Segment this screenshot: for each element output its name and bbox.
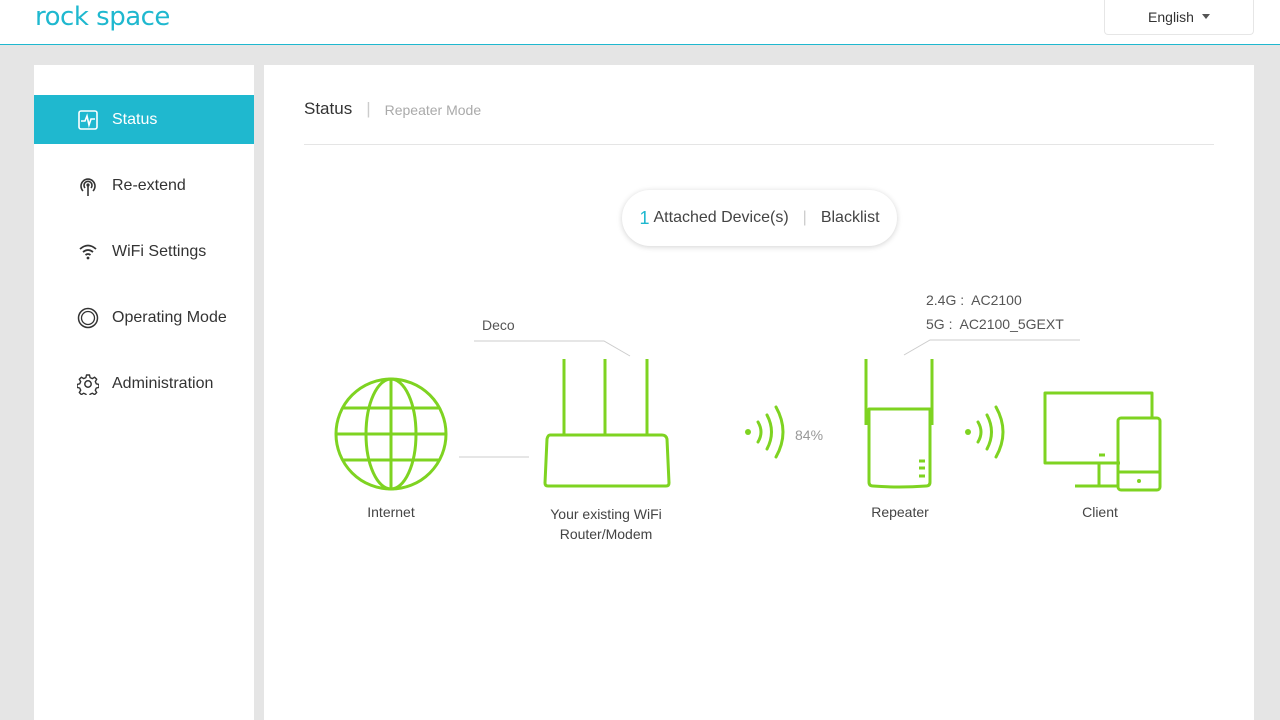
band-24g-info: 2.4G : AC2100 (926, 292, 1022, 308)
caret-down-icon (1201, 14, 1210, 19)
network-topology (334, 339, 1162, 492)
wifi-signal-icon (745, 405, 785, 459)
band-5g-ssid: AC2100_5GEXT (959, 316, 1064, 332)
signal-tower-icon (77, 175, 99, 197)
router-label: Your existing WiFi Router/Modem (526, 504, 686, 544)
repeater-callout-line (903, 339, 1080, 356)
router-callout-line (474, 340, 631, 357)
wifi-icon (77, 241, 99, 263)
sidebar-item-wifi-settings[interactable]: WiFi Settings (34, 227, 254, 276)
band-5g-info: 5G : AC2100_5GEXT (926, 316, 1064, 332)
client-label: Client (1082, 504, 1118, 520)
band-24g-ssid: AC2100 (971, 292, 1022, 308)
sidebar-item-label: Re-extend (112, 176, 186, 194)
logo: rock space (35, 2, 170, 32)
sidebar-item-administration[interactable]: Administration (34, 359, 254, 408)
client-devices-icon (1043, 391, 1162, 492)
activity-icon (77, 109, 99, 131)
router-label-line2: Router/Modem (559, 526, 653, 542)
sidebar-item-re-extend[interactable]: Re-extend (34, 161, 254, 210)
router-icon (543, 359, 671, 488)
sidebar: Status Re-extend WiFi Settings Operating… (34, 65, 254, 720)
router-name: Deco (482, 317, 515, 333)
sidebar-item-status[interactable]: Status (34, 95, 254, 144)
wifi-signal-icon (965, 405, 1005, 459)
language-label: English (1148, 8, 1194, 25)
sidebar-item-label: Administration (112, 374, 214, 392)
sidebar-item-label: WiFi Settings (112, 242, 207, 260)
sidebar-item-label: Status (112, 110, 158, 128)
signal-strength: 84% (795, 427, 824, 443)
repeater-icon (864, 359, 934, 489)
gear-icon (77, 373, 99, 395)
top-bar: rock space English (0, 0, 1280, 45)
band-5g-label: 5G : (926, 316, 953, 332)
globe-icon (334, 377, 448, 491)
circle-icon (77, 307, 99, 329)
router-label-line1: Your existing WiFi (550, 506, 662, 522)
band-24g-label: 2.4G : (926, 292, 965, 308)
sidebar-item-operating-mode[interactable]: Operating Mode (34, 293, 254, 342)
internet-label: Internet (367, 504, 415, 520)
repeater-label: Repeater (871, 504, 929, 520)
main-panel: Status | Repeater Mode 1 Attached Device… (264, 65, 1254, 720)
sidebar-item-label: Operating Mode (112, 308, 227, 326)
language-select[interactable]: English (1104, 0, 1254, 35)
